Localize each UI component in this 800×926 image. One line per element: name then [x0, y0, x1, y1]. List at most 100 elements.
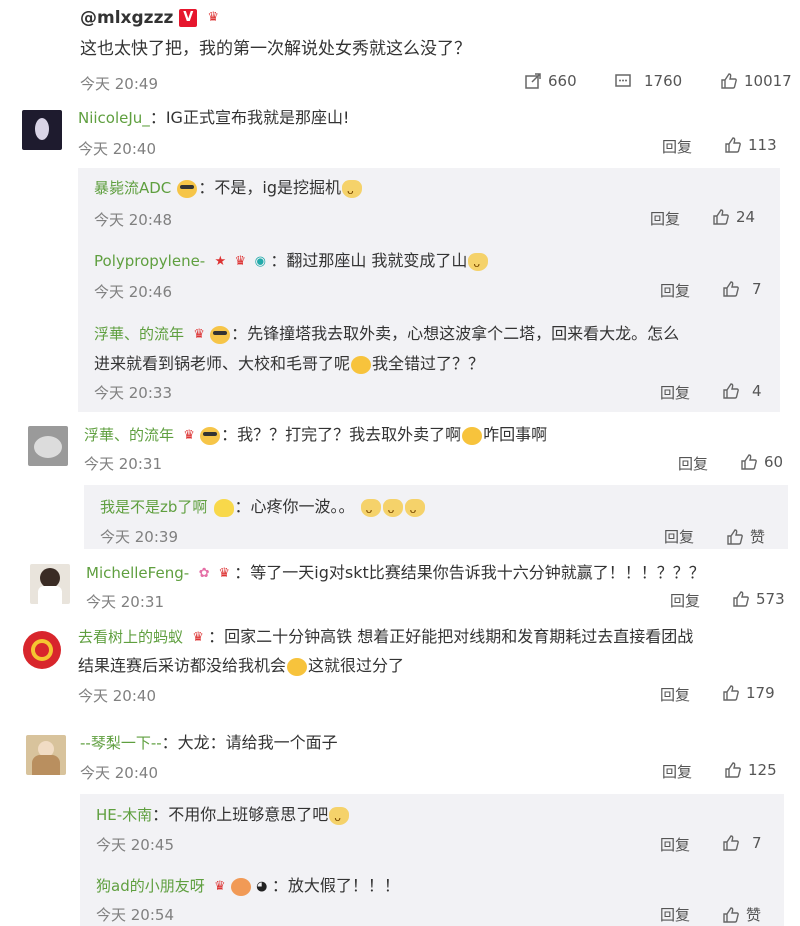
cat-emoji-icon [329, 806, 350, 829]
reply-button[interactable]: 回复 [660, 834, 690, 855]
commenter-name[interactable]: 去看树上的蚂蚁 [78, 628, 183, 646]
thumbs-up-icon [723, 383, 739, 399]
verified-badge-icon: V [179, 9, 198, 27]
reply-body: 浮華、的流年 ♛ ：先锋撞塔我去取外卖，心想这波拿个二塔，回来看大龙。怎么 [94, 324, 680, 344]
grin-emoji-icon [230, 877, 251, 896]
panda-emoji-icon: ◕ [256, 878, 268, 894]
commenter-name[interactable]: MichelleFeng- [86, 564, 189, 582]
comment-icon [615, 74, 631, 87]
post-author-name[interactable]: @mlxgzzz [80, 8, 173, 28]
reply-button[interactable]: 回复 [660, 904, 690, 925]
reply-button[interactable]: 回复 [664, 526, 694, 547]
comment-text: 等了一天ig对skt比赛结果你告诉我十六分钟就赢了！！！？？？ [250, 563, 705, 582]
crown-badge-icon: ♛ [213, 878, 226, 894]
like-button[interactable]: 4 [722, 382, 762, 400]
cat-emoji-icon [382, 498, 403, 521]
cat-emoji-icon [468, 252, 489, 275]
crown-badge-icon: ♛ [193, 326, 205, 342]
comment-text: 咋回事啊 [483, 425, 548, 444]
avatar[interactable] [30, 564, 70, 604]
commenter-name[interactable]: Polypropylene- [94, 252, 205, 270]
cat-emoji-icon [360, 498, 381, 521]
like-button[interactable]: 60 [740, 453, 783, 471]
thumbs-up-icon [721, 73, 737, 89]
reply-body: 狗ad的小朋友呀 ♛ ◕ ：放大假了！！！ [96, 876, 400, 896]
reply-body: HE-木南：不用你上班够意思了吧 [96, 804, 350, 829]
reply-text: 放大假了！！！ [287, 876, 400, 895]
post-author[interactable]: @mlxgzzz V ♛ [80, 8, 223, 28]
reply-button[interactable]: 回复 [650, 208, 680, 229]
commenter-name[interactable]: 浮華、的流年 [94, 325, 184, 343]
like-button[interactable]: 7 [722, 280, 762, 298]
thumbs-up-icon [727, 528, 743, 545]
thumbs-up-icon [723, 906, 739, 923]
like-count: 24 [736, 208, 756, 226]
avatar[interactable] [28, 426, 68, 466]
reply-time: 今天 20:48 [94, 211, 172, 229]
like-count: 7 [752, 834, 762, 852]
like-button[interactable]: 10017 [720, 72, 792, 90]
reply-body: 我是不是zb了啊 ：心疼你一波。。 [100, 496, 426, 521]
reply-button[interactable]: 回复 [660, 684, 690, 705]
reply-button[interactable]: 回复 [670, 590, 700, 611]
reply-body-cont: 进来就看到锅老师、大校和毛哥了呢 我全错过了？？ [94, 353, 484, 375]
commenter-name[interactable]: NiicoleJu_ [78, 109, 150, 127]
commenter-name[interactable]: 我是不是zb了啊 [100, 498, 207, 516]
like-count: 10017 [744, 72, 792, 90]
commenter-name[interactable]: 暴毙流ADC [94, 179, 171, 197]
comment-time: 今天 20:40 [78, 687, 156, 705]
post-time: 今天 20:49 [80, 75, 158, 93]
reply-time: 今天 20:54 [96, 906, 174, 924]
like-button[interactable]: 125 [724, 761, 777, 779]
reply-button[interactable]: 回复 [660, 280, 690, 301]
thumbs-up-icon [713, 209, 729, 225]
sunglasses-emoji-icon [200, 426, 221, 445]
reply-time: 今天 20:45 [96, 836, 174, 854]
commenter-name[interactable]: --琴梨一下-- [80, 734, 162, 752]
camera-badge-icon: ◉ [254, 253, 266, 269]
comment-button[interactable]: 1760 [614, 72, 682, 90]
reply-time: 今天 20:39 [100, 528, 178, 546]
like-button[interactable]: 24 [712, 208, 755, 226]
sunglasses-emoji-icon [177, 179, 198, 198]
reply-button[interactable]: 回复 [662, 761, 692, 782]
reply-button[interactable]: 回复 [662, 136, 692, 157]
like-button[interactable]: 赞 [722, 904, 761, 925]
comment-time: 今天 20:31 [84, 455, 162, 473]
thumbs-up-icon [741, 454, 757, 470]
comment-time: 今天 20:40 [78, 140, 156, 158]
like-button[interactable]: 179 [722, 684, 775, 702]
star-badge-icon: ★ [214, 253, 227, 269]
reply-text: 先锋撞塔我去取外卖，心想这波拿个二塔，回来看大龙。怎么 [247, 324, 680, 343]
like-count: 7 [752, 280, 762, 298]
crown-badge-icon: ♛ [218, 565, 231, 581]
avatar[interactable] [26, 735, 66, 775]
commenter-name[interactable]: HE-木南 [96, 806, 152, 824]
like-button[interactable]: 7 [722, 834, 762, 852]
comment-text: IG正式宣布我就是那座山! [165, 108, 350, 127]
avatar[interactable] [22, 630, 62, 670]
reply-text: 不是，ig是挖掘机 [214, 178, 342, 197]
commenter-name[interactable]: 浮華、的流年 [84, 426, 174, 444]
share-button[interactable]: 660 [524, 72, 577, 90]
crown-badge-icon: ♛ [207, 10, 220, 25]
reply-button[interactable]: 回复 [660, 382, 690, 403]
comment-time: 今天 20:31 [86, 593, 164, 611]
comment-body: NiicoleJu_：IG正式宣布我就是那座山! [78, 108, 350, 127]
comment-text: 这就很过分了 [308, 656, 405, 675]
like-count: 125 [748, 761, 777, 779]
like-button[interactable]: 113 [724, 136, 777, 154]
crown-badge-icon: ♛ [183, 427, 195, 443]
comment-body-cont: 结果连赛后采访都没给我机会 这就很过分了 [78, 655, 404, 677]
reply-text: 进来就看到锅老师、大校和毛哥了呢 [94, 354, 351, 373]
reply-button[interactable]: 回复 [678, 453, 708, 474]
comment-text: 结果连赛后采访都没给我机会 [78, 656, 287, 675]
reply-text: 心疼你一波。。 [250, 497, 355, 516]
duck-emoji-icon [213, 498, 234, 517]
like-button[interactable]: 573 [732, 590, 785, 608]
like-button[interactable]: 赞 [726, 526, 765, 547]
commenter-name[interactable]: 狗ad的小朋友呀 [96, 877, 205, 895]
comment-time: 今天 20:40 [80, 764, 158, 782]
avatar[interactable] [22, 110, 62, 150]
thumbs-up-icon [725, 762, 741, 778]
